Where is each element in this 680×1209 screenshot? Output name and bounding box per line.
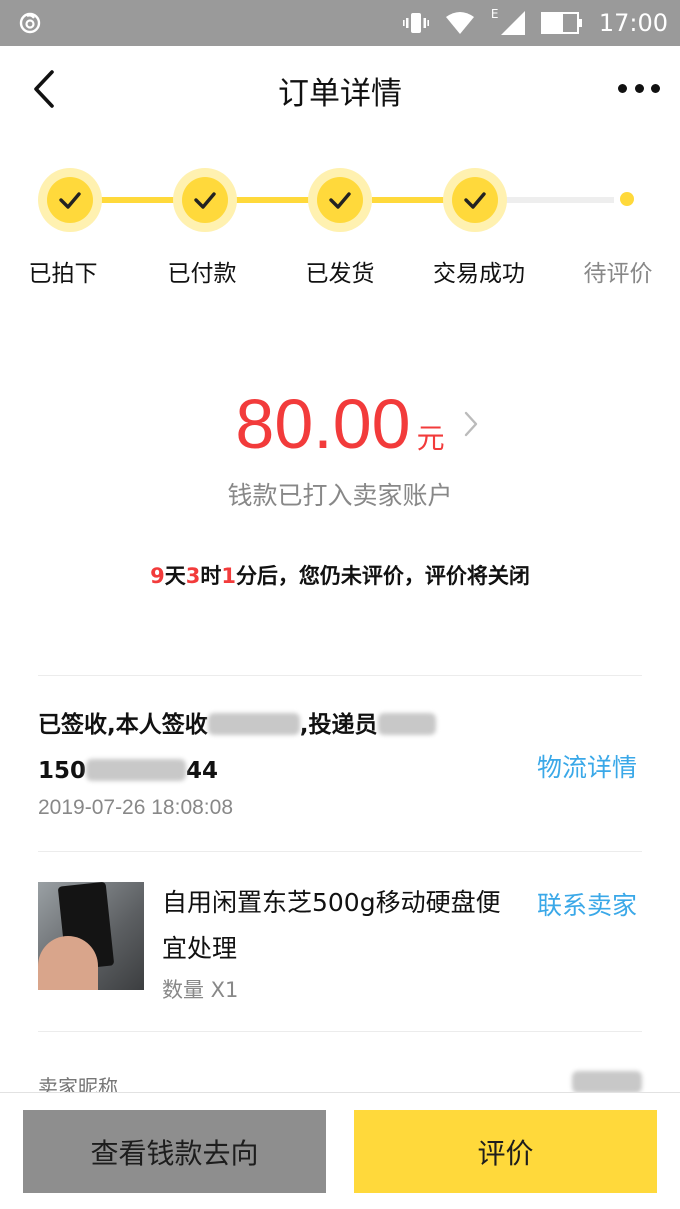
- redacted-seller-name: [572, 1071, 642, 1093]
- view-money-flow-button[interactable]: 查看钱款去向: [23, 1110, 326, 1193]
- step-ordered: [38, 168, 102, 232]
- app-header: 订单详情: [0, 46, 680, 134]
- amount-status: 钱款已打入卖家账户: [227, 481, 453, 510]
- countdown-days-unit: 天: [164, 564, 186, 588]
- step-label-review: 待评价: [583, 261, 653, 287]
- wifi-icon: [445, 12, 474, 34]
- step-label-completed: 交易成功: [433, 261, 525, 287]
- logistics-line1-prefix: 已签收,本人签收: [38, 712, 208, 738]
- logistics-status: 已签收,本人签收 ,投递员 150 44: [38, 702, 508, 794]
- divider: [38, 1031, 642, 1032]
- logistics-line2-suffix: 44: [186, 758, 219, 784]
- divider: [38, 851, 642, 852]
- redacted-name: [377, 713, 436, 735]
- countdown-days: 9: [150, 564, 165, 588]
- contact-seller-link[interactable]: 联系卖家: [537, 886, 637, 922]
- redacted-name: [207, 713, 300, 735]
- check-icon: [194, 192, 216, 209]
- step-label-ordered: 已拍下: [28, 261, 98, 287]
- step-label-shipped: 已发货: [305, 261, 375, 287]
- network-type-label: E: [490, 7, 499, 21]
- order-progress-stepper: 已拍下 已付款 已发货 交易成功 待评价: [0, 160, 680, 290]
- logistics-line1-mid: ,投递员: [299, 712, 378, 738]
- progress-line-pending: [506, 197, 614, 203]
- chevron-right-icon[interactable]: [462, 410, 480, 438]
- clock: 17:00: [598, 9, 668, 37]
- review-button[interactable]: 评价: [354, 1110, 657, 1193]
- step-label-paid: 已付款: [167, 261, 237, 287]
- countdown-hours-unit: 时: [200, 564, 222, 588]
- redacted-phone: [86, 759, 187, 781]
- logistics-line2-prefix: 150: [38, 758, 87, 784]
- check-icon: [329, 192, 351, 209]
- amount-unit: 元: [416, 422, 445, 455]
- product-thumbnail[interactable]: [38, 882, 144, 990]
- step-paid: [173, 168, 237, 232]
- check-icon: [464, 192, 486, 209]
- review-countdown: 9天3时1分后，您仍未评价，评价将关闭: [0, 560, 680, 590]
- amount-value: 80.00: [235, 385, 411, 463]
- progress-line: [236, 197, 312, 203]
- divider: [38, 675, 642, 676]
- progress-line: [100, 197, 176, 203]
- vibrate-icon: [402, 13, 429, 33]
- countdown-minutes: 1: [221, 564, 236, 588]
- countdown-tail: 分后，您仍未评价，评价将关闭: [235, 564, 530, 588]
- battery-icon: [540, 12, 582, 34]
- logistics-detail-link[interactable]: 物流详情: [537, 748, 637, 784]
- countdown-hours: 3: [185, 564, 201, 588]
- signal-icon: E: [491, 7, 525, 35]
- order-amount[interactable]: 80.00 元: [0, 384, 680, 464]
- bottom-action-bar: 查看钱款去向 评价: [0, 1092, 680, 1209]
- progress-line: [372, 197, 448, 203]
- product-title[interactable]: 自用闲置东芝500g移动硬盘便宜处理: [162, 880, 522, 972]
- more-dots-icon[interactable]: [618, 84, 660, 96]
- logistics-time: 2019-07-26 18:08:08: [38, 796, 233, 819]
- status-bar: E 17:00: [0, 0, 680, 46]
- netease-icon: [19, 12, 41, 34]
- product-quantity: 数量 X1: [162, 978, 239, 1002]
- step-pending-dot: [620, 192, 634, 206]
- check-icon: [59, 192, 81, 209]
- step-shipped: [308, 168, 372, 232]
- page-title: 订单详情: [278, 76, 402, 112]
- step-completed: [443, 168, 507, 232]
